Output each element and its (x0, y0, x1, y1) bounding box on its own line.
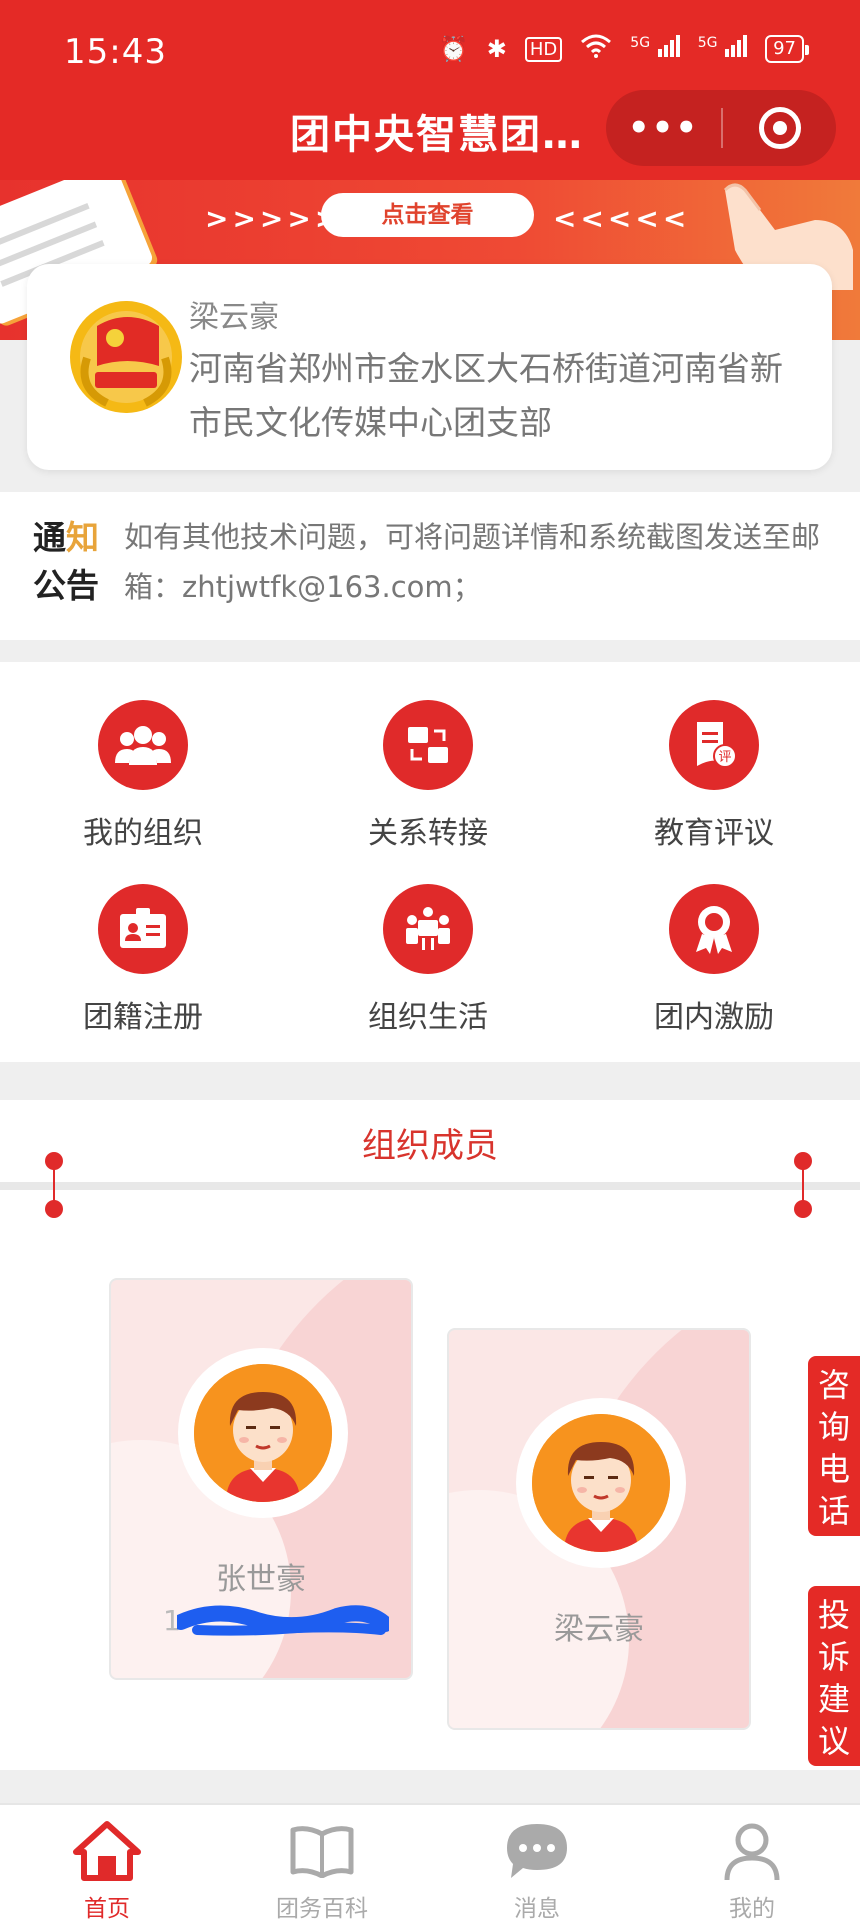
award-icon (669, 884, 759, 974)
book-icon (252, 1815, 392, 1887)
members-section: 组织成员 张世豪 1 梁云豪 (0, 1100, 860, 1770)
svg-text:评: 评 (718, 750, 731, 765)
nav-encyclopedia[interactable]: 团务百科 (252, 1815, 392, 1923)
header: 15:43 ⏰ ✱ HD 5G 5G 97 团中央智慧团… ••• (0, 0, 860, 180)
nav-mine[interactable]: 我的 (682, 1815, 822, 1923)
grid-label: 团内激励 (654, 1000, 774, 1035)
grid-item-relation-transfer[interactable]: 关系转接 (328, 700, 528, 852)
members-title: 组织成员 (362, 1126, 498, 1166)
grid-label: 关系转接 (368, 816, 488, 851)
more-button[interactable]: ••• (606, 108, 721, 148)
notice-text: 如有其他技术问题，可将问题详情和系统截图发送至邮箱：zhtjwtfk@163.c… (124, 520, 821, 604)
home-icon (37, 1815, 177, 1887)
grid-item-incentive[interactable]: 团内激励 (614, 884, 814, 1036)
consult-phone-tab[interactable]: 咨询电话 (808, 1356, 860, 1536)
close-program-button[interactable] (723, 107, 836, 149)
profile-organization: 河南省郑州市金水区大石桥街道河南省新市民文化传媒中心团支部 (189, 349, 783, 442)
battery-icon: 97 (765, 35, 809, 63)
nav-label: 首页 (84, 1896, 130, 1922)
signal-icon-2: 5G (697, 35, 748, 63)
view-button[interactable]: 点击查看 (321, 193, 534, 237)
notice-tag-line-2: 公告 (33, 566, 99, 605)
bottom-navigation: 首页 团务百科 消息 我的 (0, 1803, 860, 1923)
notice-bar[interactable]: 通知 公告 如有其他技术问题，可将问题详情和系统截图发送至邮箱：zhtjwtfk… (0, 492, 860, 640)
banner-arrows-right: <<<<< (553, 202, 691, 235)
grid-label: 组织生活 (368, 1000, 488, 1035)
signal-icon-1: 5G (630, 35, 680, 63)
notice-tag-char-1: 通 (33, 518, 66, 557)
avatar (516, 1398, 686, 1568)
league-emblem-icon (70, 301, 182, 413)
alarm-icon: ⏰ (438, 35, 469, 63)
complaint-tab[interactable]: 投诉建议 (808, 1586, 860, 1766)
users-icon (98, 700, 188, 790)
target-icon (758, 107, 801, 149)
bluetooth-icon: ✱ (486, 35, 507, 63)
rail-pin-right (793, 1152, 813, 1218)
grid-label: 教育评议 (654, 816, 774, 851)
members-rail (0, 1182, 860, 1190)
status-icons: ⏰ ✱ HD 5G 5G 97 (438, 34, 809, 64)
rail-pin-left (44, 1152, 64, 1218)
network-type-2: 5G (697, 35, 718, 51)
nav-label: 我的 (729, 1896, 775, 1922)
status-time: 15:43 (64, 32, 167, 72)
grid-item-education-review[interactable]: 评 教育评议 (614, 700, 814, 852)
transfer-icon (383, 700, 473, 790)
grid-item-my-organization[interactable]: 我的组织 (43, 700, 243, 852)
member-card[interactable]: 张世豪 1 (109, 1278, 413, 1680)
profile-card[interactable]: 梁云豪 河南省郑州市金水区大石桥街道河南省新市民文化传媒中心团支部 (27, 264, 832, 470)
avatar-boy-icon (532, 1414, 670, 1552)
avatar-boy-icon (194, 1364, 332, 1502)
meeting-icon (383, 884, 473, 974)
profile-name: 梁云豪 (189, 300, 279, 335)
user-icon (682, 1815, 822, 1887)
feature-grid: 我的组织 关系转接 评 教育评议 团籍注册 组织生活 团内激励 (0, 662, 860, 1062)
notice-tag: 通知 公告 (33, 514, 107, 610)
mini-program-capsule: ••• (606, 90, 836, 166)
grid-item-organization-life[interactable]: 组织生活 (328, 884, 528, 1036)
nav-label: 团务百科 (276, 1896, 368, 1922)
grid-label: 团籍注册 (83, 1000, 203, 1035)
review-icon: 评 (669, 700, 759, 790)
grid-label: 我的组织 (83, 816, 203, 851)
redaction-scribble (177, 1605, 389, 1636)
hd-icon: HD (524, 36, 563, 62)
nav-messages[interactable]: 消息 (467, 1815, 607, 1923)
app-title: 团中央智慧团… (290, 112, 584, 158)
message-icon (467, 1815, 607, 1887)
member-card[interactable]: 梁云豪 (447, 1328, 751, 1730)
avatar (178, 1348, 348, 1518)
network-type-1: 5G (630, 35, 651, 51)
grid-item-membership-register[interactable]: 团籍注册 (43, 884, 243, 1036)
notice-tag-char-2: 知 (66, 518, 99, 557)
nav-home[interactable]: 首页 (37, 1815, 177, 1923)
nav-label: 消息 (514, 1896, 560, 1922)
member-name: 张世豪 (216, 1562, 306, 1597)
member-name: 梁云豪 (554, 1612, 644, 1647)
wifi-icon (580, 34, 612, 64)
id-card-icon (98, 884, 188, 974)
